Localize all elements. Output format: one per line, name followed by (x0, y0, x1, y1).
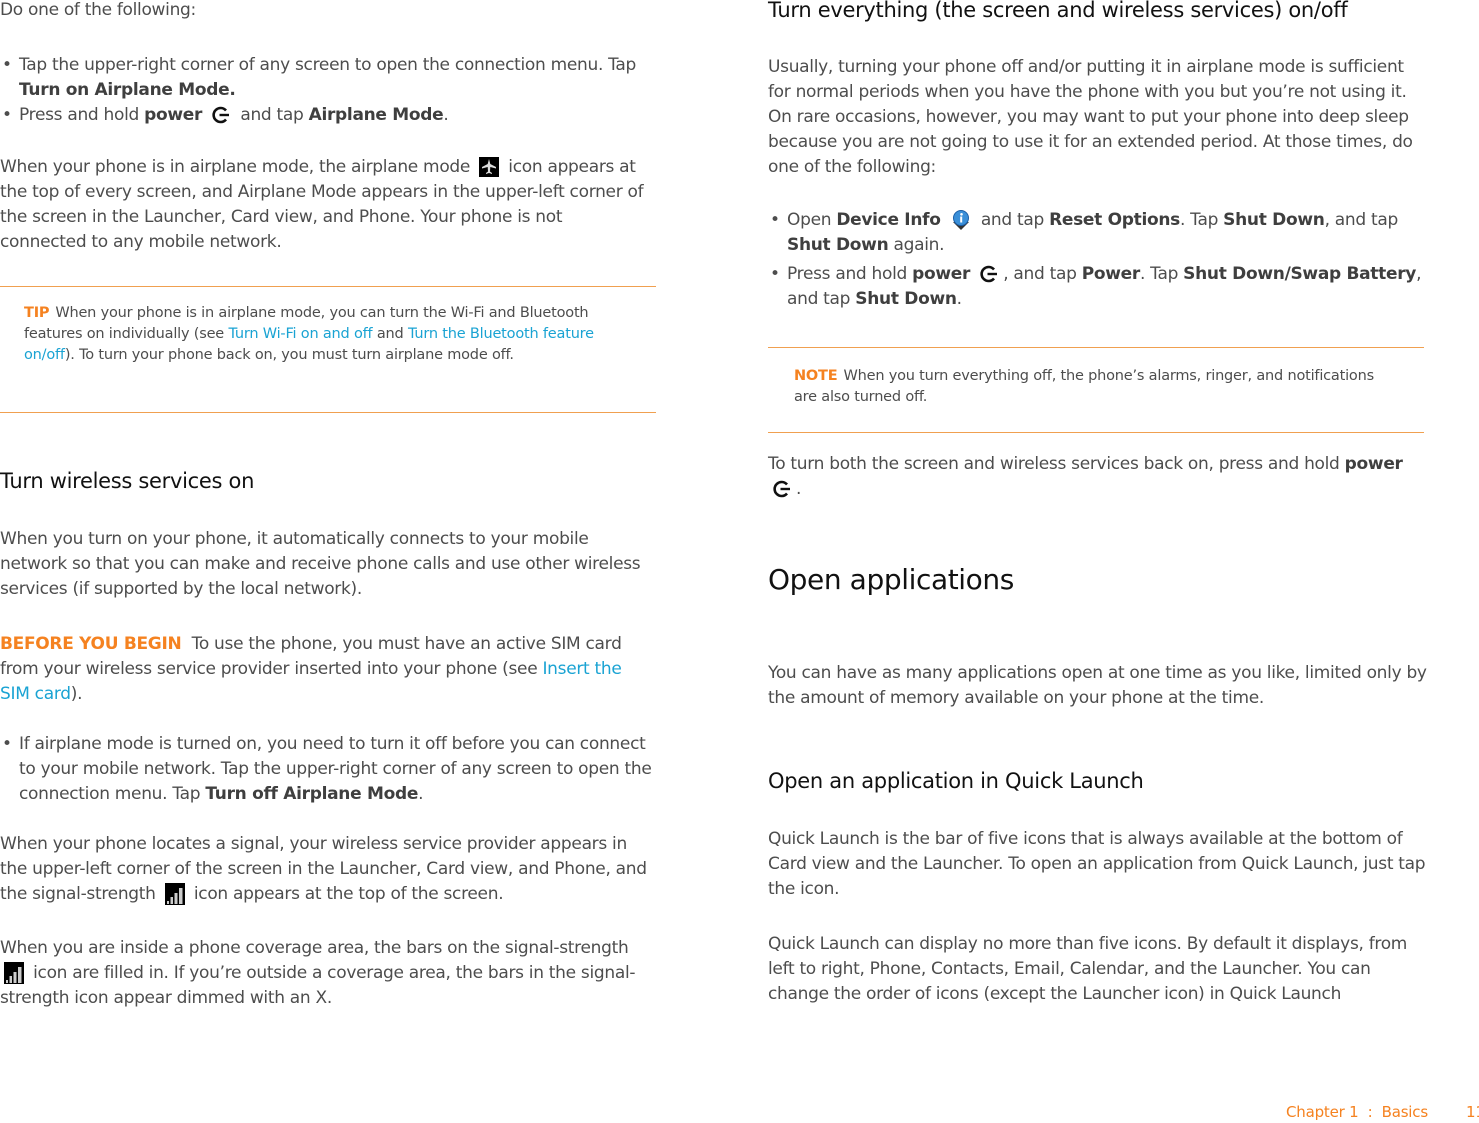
signal-strength-icon (4, 962, 24, 984)
list-item: Tap the upper-right corner of any screen… (0, 53, 650, 103)
list-item: Press and hold power and tap Airplane Mo… (0, 103, 650, 128)
link-turn-wifi[interactable]: Turn Wi-Fi on and off (228, 326, 372, 342)
power-icon (212, 106, 230, 124)
back-on-paragraph: To turn both the screen and wireless ser… (768, 454, 1403, 499)
list-item: Press and hold power , and tap Power. Ta… (768, 262, 1423, 312)
open-applications-heading: Open applications (768, 563, 1014, 596)
coverage-paragraph: When you are inside a phone coverage are… (0, 938, 636, 1008)
everything-bullet-list: Open Device Info and tap Reset Options. … (768, 208, 1423, 312)
quick-launch-heading: Open an application in Quick Launch (768, 769, 1144, 793)
everything-heading: Turn everything (the screen and wireless… (768, 0, 1348, 22)
note-text: NOTE When you turn everything off, the ph… (794, 368, 1374, 405)
page-number: 11 (1466, 1103, 1479, 1121)
power-icon (980, 265, 998, 283)
list-item: Open Device Info and tap Reset Options. … (768, 208, 1423, 258)
quick-launch-paragraph-2: Quick Launch can display no more than fi… (768, 934, 1408, 1004)
power-icon (773, 480, 790, 498)
tip-callout: TIP When your phone is in airplane mode, … (0, 286, 656, 413)
everything-paragraph: Usually, turning your phone off and/or p… (768, 57, 1413, 177)
wireless-paragraph: When you turn on your phone, it automati… (0, 529, 641, 599)
device-info-icon (952, 210, 969, 230)
before-you-begin-label: BEFORE YOU BEGIN (0, 634, 182, 654)
airplane-bullet-list: Tap the upper-right corner of any screen… (0, 53, 650, 128)
chapter-label: Chapter 1 : Basics (1286, 1103, 1428, 1121)
signal-strength-icon (164, 883, 185, 905)
before-you-begin-paragraph: BEFORE YOU BEGIN To use the phone, you m… (0, 634, 622, 704)
airplane-icon (479, 157, 500, 177)
intro-text: Do one of the following: (0, 0, 196, 20)
wireless-heading: Turn wireless services on (0, 469, 255, 493)
airplane-mode-paragraph: When your phone is in airplane mode, the… (0, 157, 644, 252)
note-callout: NOTE When you turn everything off, the ph… (768, 347, 1424, 433)
open-applications-paragraph: You can have as many applications open a… (768, 663, 1427, 708)
wireless-bullet-list: If airplane mode is turned on, you need … (0, 732, 655, 807)
tip-text: TIP When your phone is in airplane mode, … (24, 305, 594, 363)
note-label: NOTE (794, 368, 838, 384)
quick-launch-paragraph-1: Quick Launch is the bar of five icons th… (768, 829, 1426, 899)
signal-paragraph: When your phone locates a signal, your w… (0, 834, 647, 905)
list-item: If airplane mode is turned on, you need … (0, 732, 655, 807)
tip-label: TIP (24, 305, 50, 321)
page-footer: Chapter 1 : Basics 11 (1286, 1103, 1479, 1121)
